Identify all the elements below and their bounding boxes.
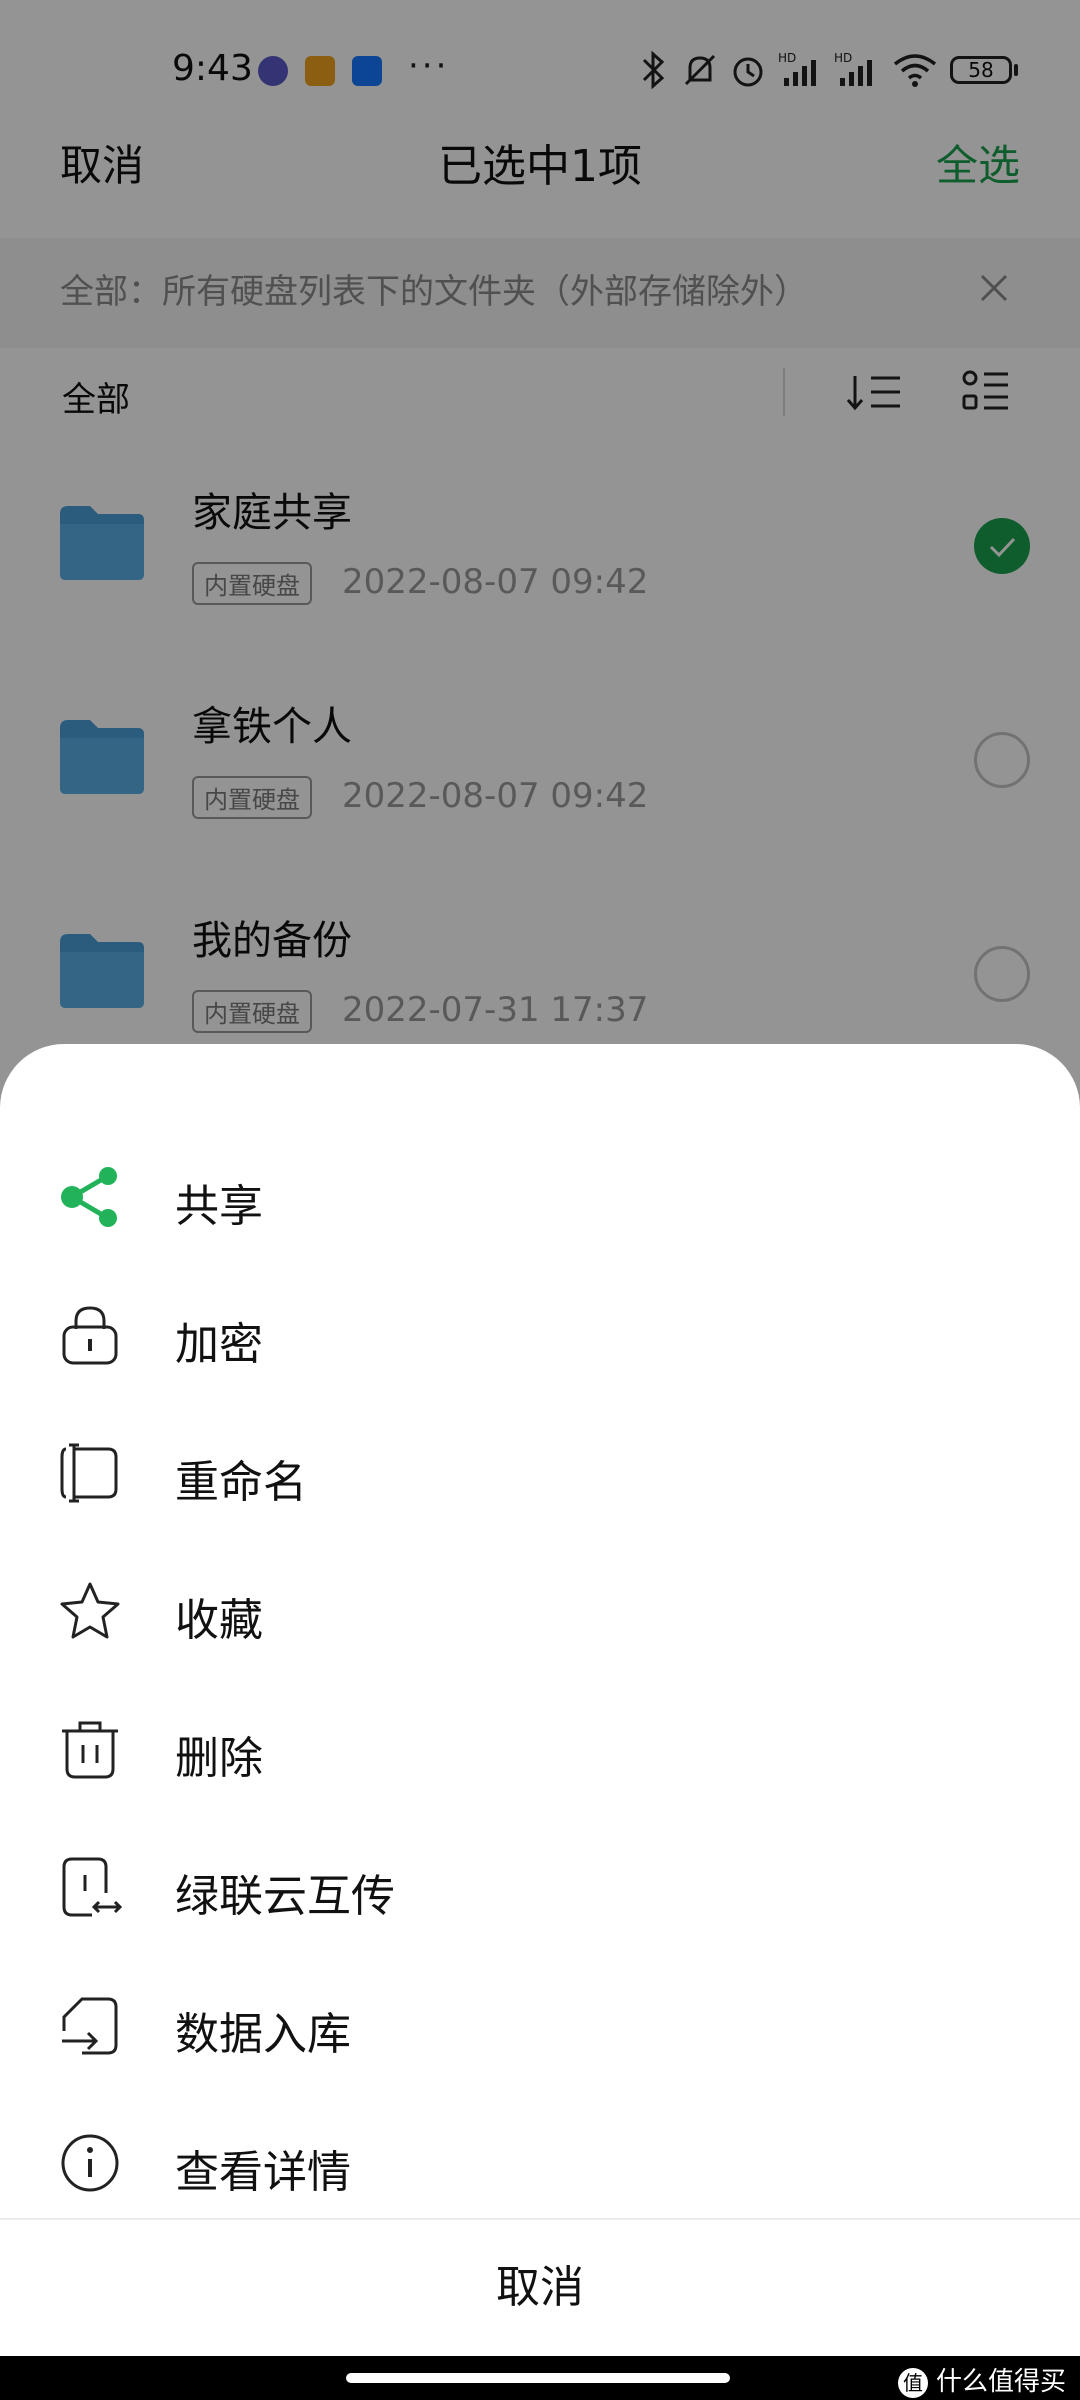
share-icon bbox=[61, 1167, 117, 1227]
menu-label: 查看详情 bbox=[175, 2147, 351, 2198]
menu-item-share[interactable]: 共享 bbox=[0, 1128, 1080, 1266]
lock-icon bbox=[62, 1306, 118, 1365]
menu-label: 共享 bbox=[175, 1181, 263, 1232]
menu-item-transfer[interactable]: 绿联云互传 bbox=[0, 1818, 1080, 1956]
menu-label: 收藏 bbox=[175, 1595, 263, 1646]
menu-item-details[interactable]: 查看详情 bbox=[0, 2094, 1080, 2232]
menu-label: 数据入库 bbox=[175, 2009, 351, 2060]
phone-transfer-icon bbox=[62, 1857, 123, 1917]
menu-label: 删除 bbox=[175, 1733, 263, 1784]
action-sheet: 共享 加密 重命名 收藏 删除 绿联云互传 数据入库 查看详情 取消 bbox=[0, 1044, 1080, 2356]
menu-item-delete[interactable]: 删除 bbox=[0, 1680, 1080, 1818]
info-icon bbox=[61, 2134, 119, 2192]
cancel-button[interactable]: 取消 bbox=[0, 2220, 1080, 2356]
trash-icon bbox=[62, 1721, 118, 1779]
import-icon bbox=[62, 1997, 118, 2055]
menu-label: 绿联云互传 bbox=[175, 1871, 395, 1922]
menu-label: 加密 bbox=[175, 1319, 263, 1370]
menu-item-import[interactable]: 数据入库 bbox=[0, 1956, 1080, 2094]
menu-item-rename[interactable]: 重命名 bbox=[0, 1404, 1080, 1542]
rename-icon bbox=[60, 1443, 118, 1503]
menu-item-favorite[interactable]: 收藏 bbox=[0, 1542, 1080, 1680]
home-indicator[interactable] bbox=[346, 2373, 730, 2383]
menu-label: 重命名 bbox=[175, 1457, 307, 1508]
menu-item-encrypt[interactable]: 加密 bbox=[0, 1266, 1080, 1404]
screen: 9:43 ··· HD HD 58 已选中1项 取消 全选 全部：所有硬盘列表下… bbox=[0, 0, 1080, 2400]
star-icon bbox=[60, 1582, 120, 1639]
watermark-logo: 值 bbox=[897, 2367, 928, 2398]
watermark: 值什么值得买 bbox=[897, 2361, 1066, 2398]
watermark-text: 什么值得买 bbox=[935, 2367, 1066, 2397]
